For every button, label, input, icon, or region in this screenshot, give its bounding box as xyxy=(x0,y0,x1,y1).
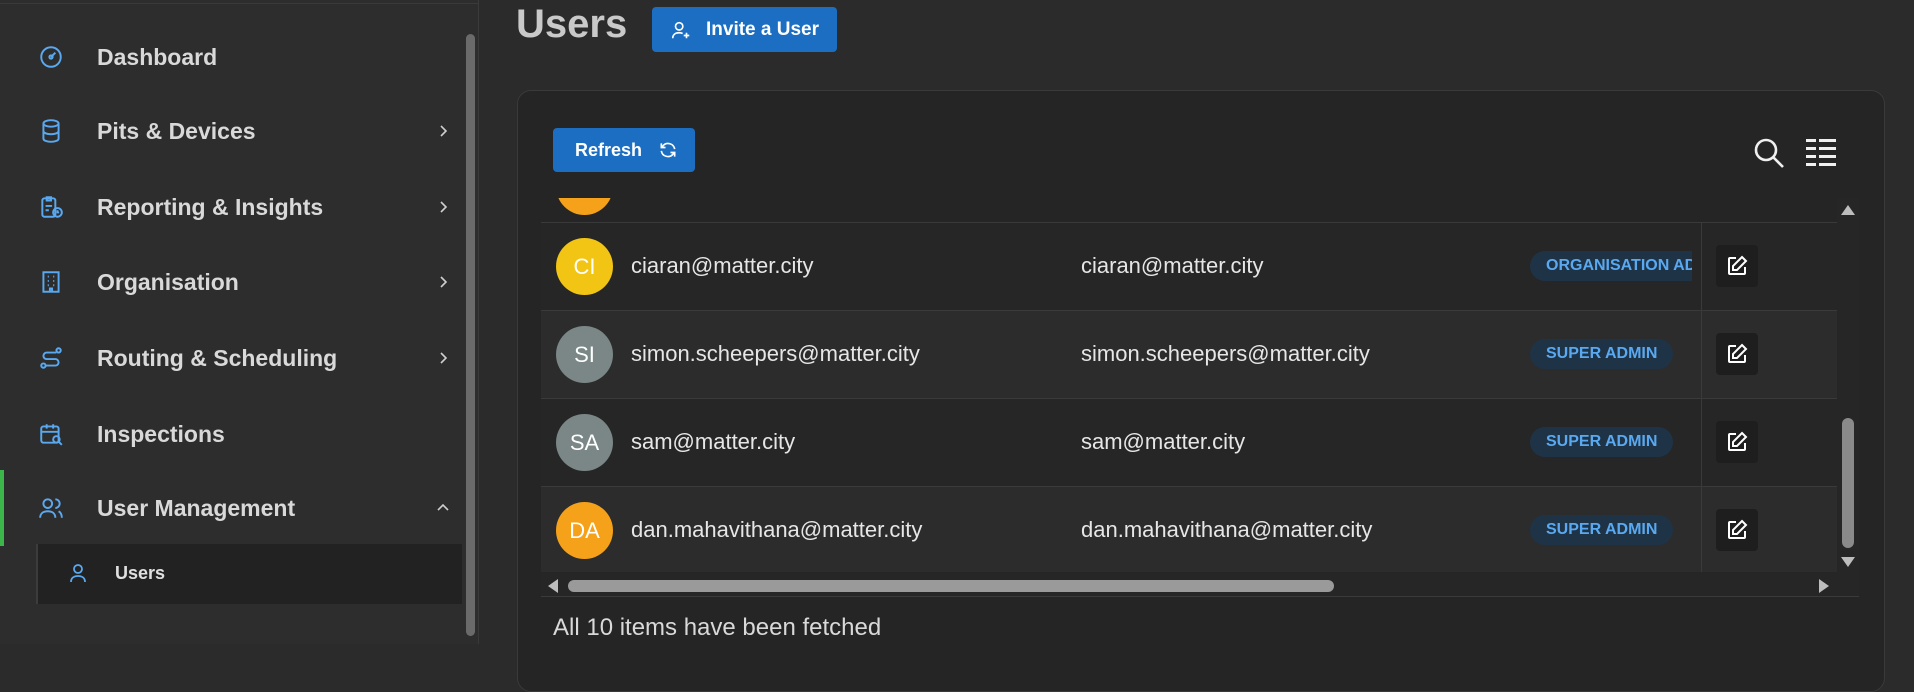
edit-icon xyxy=(1728,519,1748,539)
chevron-right-icon xyxy=(440,201,448,213)
scroll-up-arrow-icon[interactable] xyxy=(1840,204,1856,216)
role-badge: SUPER ADMIN xyxy=(1530,339,1674,369)
edit-user-button[interactable] xyxy=(1716,509,1758,551)
column-divider xyxy=(1701,487,1702,572)
clipboard-report-icon xyxy=(41,196,63,218)
table-row[interactable]: SI simon.scheepers@matter.city simon.sch… xyxy=(541,310,1837,399)
user-email-cell: dan.mahavithana@matter.city xyxy=(1081,517,1373,542)
invite-user-label: Invite a User xyxy=(706,18,819,40)
database-icon xyxy=(42,119,60,143)
page-title: Users xyxy=(516,2,628,46)
user-name-cell: dan.mahavithana@matter.city xyxy=(631,517,923,542)
column-divider xyxy=(1701,399,1702,487)
sidebar-item-label: Routing & Scheduling xyxy=(97,344,338,371)
edit-user-button[interactable] xyxy=(1716,245,1758,287)
sidebar-item-user-management[interactable]: User Management xyxy=(0,470,460,546)
user-email-cell: simon.scheepers@matter.city xyxy=(1081,341,1370,366)
user-name-cell: simon.scheepers@matter.city xyxy=(631,341,920,366)
chevron-right-icon xyxy=(440,125,448,137)
chevron-right-icon xyxy=(440,276,448,288)
user-plus-icon xyxy=(671,21,690,38)
refresh-label: Refresh xyxy=(575,139,643,160)
building-icon xyxy=(42,271,60,293)
sidebar-scrollbar[interactable] xyxy=(466,34,475,636)
table-row[interactable]: SA sam@matter.city sam@matter.city SUPER… xyxy=(541,398,1837,487)
avatar: SA xyxy=(556,414,613,471)
invite-user-button[interactable]: Invite a User xyxy=(652,7,837,52)
horizontal-scroll-thumb[interactable] xyxy=(568,580,1334,592)
role-badge: SUPER ADMIN xyxy=(1530,515,1674,545)
sidebar-item-organisation[interactable]: Organisation xyxy=(0,244,460,320)
edit-user-button[interactable] xyxy=(1716,333,1758,375)
edit-icon xyxy=(1728,255,1748,275)
sidebar-item-label: Dashboard xyxy=(97,43,218,70)
vertical-scroll-thumb[interactable] xyxy=(1842,418,1854,548)
role-badge: SUPER ADMIN xyxy=(1530,427,1674,457)
sidebar-item-dashboard[interactable]: Dashboard xyxy=(0,19,460,95)
edit-user-button[interactable] xyxy=(1716,421,1758,463)
avatar: SI xyxy=(556,326,613,383)
scroll-down-arrow-icon[interactable] xyxy=(1840,556,1856,568)
edit-icon xyxy=(1728,431,1748,451)
user-name-cell: ciaran@matter.city xyxy=(631,253,814,278)
table-row[interactable]: DA dan.mahavithana@matter.city dan.mahav… xyxy=(541,486,1837,572)
sidebar-item-label: User Management xyxy=(97,494,296,521)
users-table: CI ciaran@matter.city ciaran@matter.city… xyxy=(541,198,1837,572)
sidebar-item-pits-devices[interactable]: Pits & Devices xyxy=(0,93,460,169)
calendar-search-icon xyxy=(40,424,63,446)
avatar: CI xyxy=(556,238,613,295)
sidebar-subitem-users[interactable]: Users xyxy=(36,544,462,604)
role-cell: SUPER ADMIN xyxy=(1530,515,1692,547)
scroll-right-arrow-icon[interactable] xyxy=(1818,578,1830,594)
scroll-left-arrow-icon[interactable] xyxy=(547,578,559,594)
column-divider xyxy=(1701,311,1702,399)
sidebar-item-routing-scheduling[interactable]: Routing & Scheduling xyxy=(0,320,460,396)
avatar xyxy=(556,198,613,215)
edit-icon xyxy=(1728,343,1748,363)
role-cell: SUPER ADMIN xyxy=(1530,339,1692,371)
sidebar-item-inspections[interactable]: Inspections xyxy=(0,396,460,472)
user-name-cell: sam@matter.city xyxy=(631,429,796,454)
user-icon xyxy=(70,564,86,583)
sidebar-item-reporting-insights[interactable]: Reporting & Insights xyxy=(0,169,460,245)
column-divider xyxy=(1701,223,1702,311)
table-row[interactable]: CI ciaran@matter.city ciaran@matter.city… xyxy=(541,222,1837,311)
column-chooser-icon[interactable] xyxy=(1806,139,1836,167)
fetch-status-text: All 10 items have been fetched xyxy=(553,614,882,641)
sidebar-item-label: Organisation xyxy=(97,268,239,295)
route-icon xyxy=(40,347,62,369)
refresh-icon xyxy=(660,142,676,158)
active-indicator xyxy=(0,470,4,546)
sidebar-subitem-label: Users xyxy=(115,563,166,583)
role-cell: ORGANISATION ADMIN xyxy=(1530,251,1692,283)
sidebar-item-label: Reporting & Insights xyxy=(97,193,324,220)
user-email-cell: ciaran@matter.city xyxy=(1081,253,1264,278)
sidebar-item-label: Inspections xyxy=(97,420,225,447)
chevron-right-icon xyxy=(440,352,448,364)
role-badge: ORGANISATION ADMIN xyxy=(1530,251,1692,281)
gauge-icon xyxy=(40,46,62,68)
users-icon xyxy=(39,498,63,518)
sidebar-item-label: Pits & Devices xyxy=(97,117,256,144)
avatar: DA xyxy=(556,502,613,559)
sidebar-divider xyxy=(0,3,478,4)
role-cell: SUPER ADMIN xyxy=(1530,427,1692,459)
user-email-cell: sam@matter.city xyxy=(1081,429,1246,454)
chevron-up-icon xyxy=(437,503,449,511)
sidebar: Dashboard Pits & Devices Reporting & Ins… xyxy=(0,0,479,644)
refresh-button[interactable]: Refresh xyxy=(553,128,695,172)
search-icon[interactable] xyxy=(1752,136,1786,170)
